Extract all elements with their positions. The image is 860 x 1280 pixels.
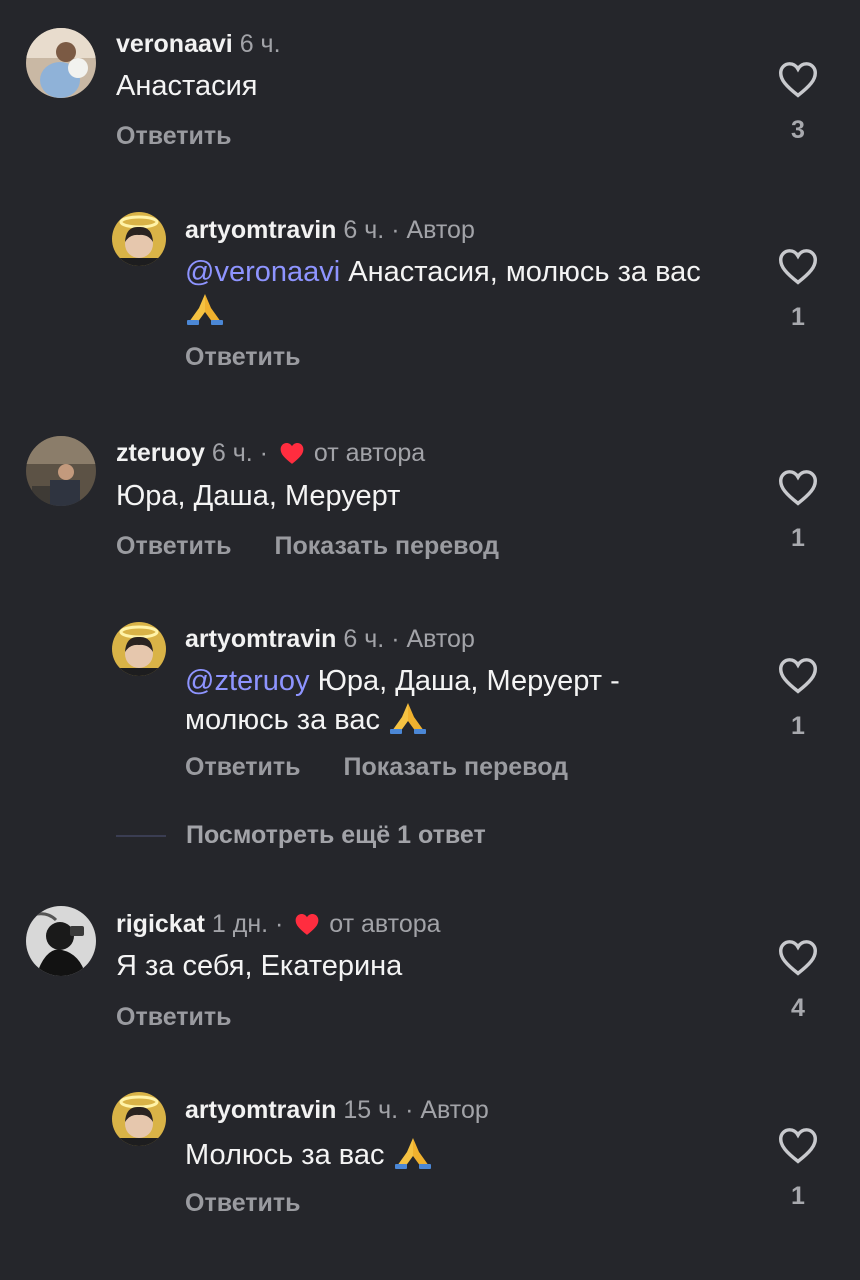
reply-button[interactable]: Ответить [116,532,232,560]
avatar[interactable] [112,622,166,676]
avatar[interactable] [112,212,166,266]
comment-text: Анастасия [116,68,656,104]
timestamp: 6 ч. [211,439,253,467]
reply-button[interactable]: Ответить [185,343,301,371]
comment-header: veronaavi 6 ч. [116,27,281,61]
reply-button[interactable]: Ответить [116,122,232,150]
username[interactable]: artyomtravin [185,1096,336,1124]
like-control: 1 [776,247,820,332]
comment-body: Анастасия [116,70,258,102]
comment-body: Юра, Даша, Меруерт [116,480,401,512]
like-control: 4 [776,938,820,1023]
avatar[interactable] [26,906,96,976]
thread-line [116,835,166,838]
comment-actions: Ответить Показать перевод [116,529,535,563]
username[interactable]: veronaavi [116,30,233,58]
show-translation-button[interactable]: Показать перевод [274,532,499,560]
comment-actions: Ответить [116,119,268,153]
comment-text: Юра, Даша, Меруерт [116,478,656,514]
comment-actions: Ответить [116,1000,268,1034]
reply-button[interactable]: Ответить [185,1189,301,1217]
comment-body: Молюсь за вас [185,1139,393,1171]
comment-text: @veronaavi Анастасия, молюсь за вас [185,254,705,329]
heart-outline-icon[interactable] [777,656,819,694]
comment-text: @zteruoy Юра, Даша, Меруерт - молюсь за … [185,663,685,738]
folded-hands-emoji [388,699,428,735]
like-count: 1 [791,712,805,740]
reply-button[interactable]: Ответить [185,753,301,781]
username[interactable]: artyomtravin [185,216,336,244]
like-count: 3 [791,116,805,144]
comment-actions: Ответить Показать перевод [185,750,604,784]
comment-actions: Ответить [185,1186,337,1220]
comment-text: Я за себя, Екатерина [116,948,656,984]
comment-header: zteruoy 6 ч. · от автора [116,436,425,470]
author-badge: Автор [420,1096,489,1124]
like-count: 1 [791,524,805,552]
folded-hands-emoji [185,290,225,326]
reply-button[interactable]: Ответить [116,1003,232,1031]
comment-body: Я за себя, Екатерина [116,950,403,982]
like-control: 1 [776,656,820,741]
like-count: 1 [791,303,805,331]
timestamp: 6 ч. [343,216,385,244]
timestamp: 15 ч. [343,1096,399,1124]
separator: · [391,625,400,653]
separator: · [405,1096,414,1124]
heart-filled-icon [279,440,305,464]
comment-actions: Ответить [185,340,337,374]
username[interactable]: artyomtravin [185,625,336,653]
avatar[interactable] [26,28,96,98]
view-more-replies-button[interactable]: Посмотреть ещё 1 ответ [116,818,486,852]
like-control: 3 [776,60,820,145]
avatar[interactable] [112,1092,166,1146]
heart-outline-icon[interactable] [777,468,819,506]
like-control: 1 [776,468,820,553]
mention-link[interactable]: @veronaavi [185,256,340,288]
comment-header: artyomtravin 6 ч. · Автор [185,213,475,247]
comment-header: artyomtravin 15 ч. · Автор [185,1093,489,1127]
timestamp: 6 ч. [239,30,281,58]
like-count: 1 [791,1182,805,1210]
heart-outline-icon[interactable] [777,1126,819,1164]
timestamp: 1 дн. [211,910,269,938]
liked-by-author-label: от автора [329,910,441,938]
folded-hands-emoji [393,1134,433,1170]
separator: · [275,910,284,938]
comment-header: rigickat 1 дн. · от автора [116,907,441,941]
avatar[interactable] [26,436,96,506]
timestamp: 6 ч. [343,625,385,653]
liked-by-author-label: от автора [313,439,426,467]
like-control: 1 [776,1126,820,1211]
heart-outline-icon[interactable] [777,247,819,285]
comment-header: artyomtravin 6 ч. · Автор [185,622,475,656]
username[interactable]: rigickat [116,910,205,938]
view-more-replies-label: Посмотреть ещё 1 ответ [186,821,486,849]
comment-body: Анастасия, молюсь за вас [340,256,701,288]
heart-outline-icon[interactable] [777,60,819,98]
mention-link[interactable]: @zteruoy [185,665,310,697]
author-badge: Автор [406,625,475,653]
heart-outline-icon[interactable] [777,938,819,976]
show-translation-button[interactable]: Показать перевод [343,753,568,781]
separator: · [391,216,400,244]
like-count: 4 [791,994,805,1022]
author-badge: Автор [406,216,475,244]
heart-filled-icon [294,911,320,935]
comment-text: Молюсь за вас [185,1134,725,1173]
username[interactable]: zteruoy [116,439,205,467]
separator: · [259,439,268,467]
